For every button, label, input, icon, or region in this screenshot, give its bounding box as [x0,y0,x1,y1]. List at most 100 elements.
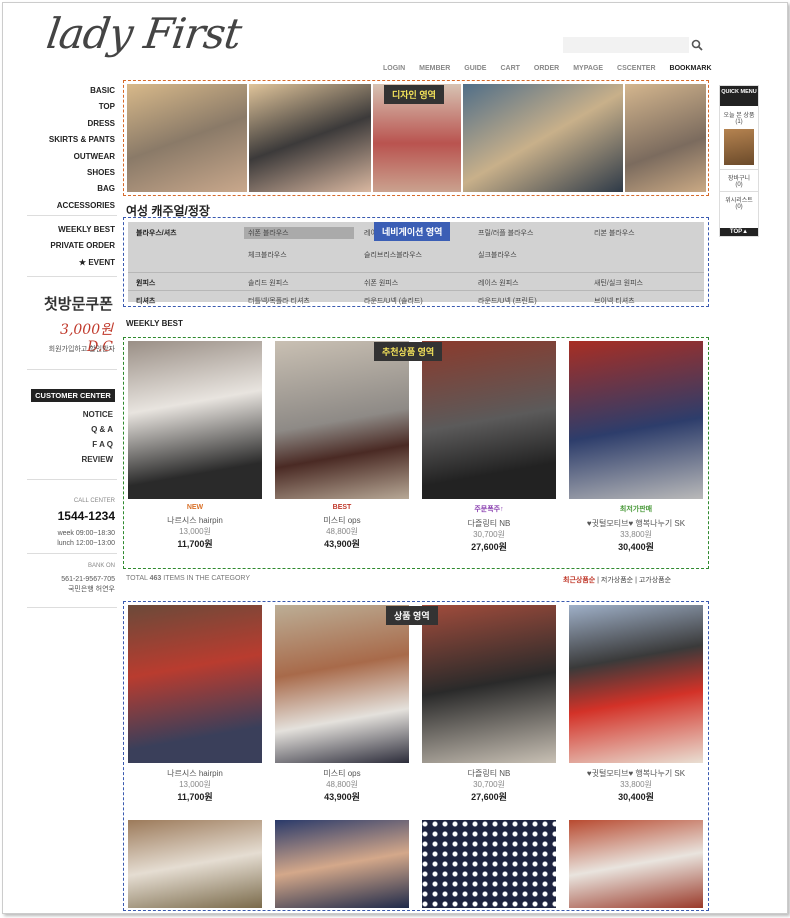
coupon-title[interactable]: 첫방문쿠폰 [33,293,113,314]
product-name[interactable]: ♥귓털모티브♥ 행복나누기 SK [569,518,703,529]
nav-item-round-solid[interactable]: 라운드/U넥 (솔리드) [364,296,423,306]
notice-link[interactable]: NOTICE [43,407,113,422]
product-card[interactable]: BEST 미스티 ops 48,800원 43,900원 [275,504,409,550]
category-dress[interactable]: DRESS [33,116,115,132]
private-order-link[interactable]: PRIVATE ORDER [33,238,115,254]
menu-cart[interactable]: CART [500,65,519,72]
star-icon: ★ [78,257,87,267]
nav-item-frill[interactable]: 프릴/러플 블라우스 [478,228,533,238]
product-image[interactable] [275,605,409,763]
product-name[interactable]: ♥귓털모티브♥ 행복나누기 SK [569,768,703,779]
product-image[interactable] [128,605,262,763]
recent-product-thumb[interactable] [724,129,754,165]
category-skirts-pants[interactable]: SKIRTS & PANTS [33,132,115,148]
nav-item-chiffon-ops[interactable]: 쉬폰 원피스 [364,278,398,288]
nav-item-check[interactable]: 체크블라우스 [248,250,287,260]
menu-login[interactable]: LOGIN [383,65,405,72]
customer-center-title: CUSTOMER CENTER [31,389,115,402]
product-card[interactable]: 나르시스 hairpin 13,000원 11,700원 [128,768,262,803]
wishlist-label[interactable]: 위시리스트 [720,191,758,204]
product-image[interactable] [569,820,703,908]
banner-photo[interactable] [625,84,706,192]
product-image[interactable] [422,341,556,499]
category-outwear[interactable]: OUTWEAR [33,149,115,165]
banner-photo[interactable] [127,84,247,192]
product-image[interactable] [422,605,556,763]
nav-head-blouse[interactable]: 블라우스/셔츠 [136,228,177,238]
review-link[interactable]: REVIEW [43,452,113,467]
category-basic[interactable]: BASIC [33,83,115,99]
nav-item-satin-ops[interactable]: 새틴/실크 원피스 [594,278,643,288]
product-sale-price: 43,900원 [324,539,360,549]
top-button[interactable]: TOP▲ [720,228,758,236]
product-image[interactable] [275,820,409,908]
banner-photo[interactable] [249,84,371,192]
nav-item-chiffon[interactable]: 쉬폰 블라우스 [244,227,354,239]
nav-item-turtleneck[interactable]: 터틀넥/목폴라 티셔츠 [248,296,310,306]
product-image[interactable] [275,341,409,499]
nav-item-ribbon[interactable]: 리본 블라우스 [594,228,635,238]
nav-item-lace-ops[interactable]: 레이스 원피스 [478,278,519,288]
nav-item-solid-ops[interactable]: 솔리드 원피스 [248,278,289,288]
search-icon[interactable] [691,39,703,51]
category-shoes[interactable]: SHOES [33,165,115,181]
product-card[interactable]: 미스티 ops 48,800원 43,900원 [275,768,409,803]
product-name[interactable]: 나르시스 hairpin [128,768,262,779]
menu-guide[interactable]: GUIDE [464,65,486,72]
cart-label[interactable]: 장바구니 [720,169,758,182]
products-area: 나르시스 hairpin 13,000원 11,700원 미스티 ops 48,… [123,601,709,911]
product-name[interactable]: 다즐링티 NB [422,518,556,529]
event-link[interactable]: ★ EVENT [33,255,115,271]
new-badge: NEW [186,504,204,511]
sidebar-divider [27,607,117,608]
nav-head-onepiece[interactable]: 원피스 [136,278,155,288]
menu-bookmark[interactable]: BOOKMARK [670,65,712,72]
banner-photo[interactable] [463,84,623,192]
nav-item-round-print[interactable]: 라운드/U넥 (프린트) [478,296,537,306]
menu-mypage[interactable]: MYPAGE [573,65,603,72]
nav-item-silk[interactable]: 실크블라우스 [478,250,517,260]
cart-count: (0) [735,182,743,188]
coupon-note: 회원가입하고 할인받자 [48,346,115,353]
sort-newest[interactable]: 최근상품순 [563,577,595,584]
product-name[interactable]: 다즐링티 NB [422,768,556,779]
sort-low-price[interactable]: 저가상품순 [601,577,633,584]
faq-link[interactable]: F A Q [43,437,113,452]
qna-link[interactable]: Q & A [43,422,113,437]
menu-order[interactable]: ORDER [534,65,559,72]
product-card[interactable]: NEW 나르시스 hairpin 13,000원 11,700원 [128,504,262,550]
top-menu: LOGIN MEMBER GUIDE CART ORDER MYPAGE CSC… [383,65,726,72]
total-suffix: ITEMS IN THE CATEGORY [163,575,250,582]
product-image[interactable] [569,605,703,763]
lunch-hours: lunch 12:00~13:00 [57,540,115,547]
quick-menu-title: QUICK MENU [720,86,758,106]
sort-high-price[interactable]: 고가상품순 [639,577,671,584]
product-card[interactable]: ♥귓털모티브♥ 행복나누기 SK 33,800원 30,400원 [569,768,703,803]
site-logo[interactable]: lady First [44,9,244,58]
nav-item-sleeveless[interactable]: 슬리브리스블라우스 [364,250,422,260]
product-name[interactable]: 나르시스 hairpin [128,515,262,526]
design-area: 디자인 영역 [123,80,709,196]
category-bag[interactable]: BAG [33,181,115,197]
category-accessories[interactable]: ACCESSORIES [33,198,115,214]
menu-cscenter[interactable]: CSCENTER [617,65,656,72]
product-price: 33,800원 [620,780,652,789]
sidebar-divider [27,215,117,216]
product-name[interactable]: 미스티 ops [275,515,409,526]
menu-member[interactable]: MEMBER [419,65,450,72]
product-image[interactable] [569,341,703,499]
product-name[interactable]: 미스티 ops [275,768,409,779]
products-area-label: 상품 영역 [386,606,438,625]
search-input[interactable] [563,37,689,53]
category-top[interactable]: TOP [33,99,115,115]
nav-item-vneck[interactable]: 브이넥 티셔츠 [594,296,635,306]
product-image[interactable] [422,820,556,908]
product-image[interactable] [128,341,262,499]
product-image[interactable] [128,820,262,908]
weekly-best-link[interactable]: WEEKLY BEST [33,222,115,238]
product-card[interactable]: 최저가판매 ♥귓털모티브♥ 행복나누기 SK 33,800원 30,400원 [569,504,703,553]
product-card[interactable]: 다즐링티 NB 30,700원 27,600원 [422,768,556,803]
product-price: 33,800원 [620,530,652,539]
product-card[interactable]: 주문폭주↑ 다즐링티 NB 30,700원 27,600원 [422,504,556,553]
nav-head-tshirt[interactable]: 티셔츠 [136,296,155,306]
